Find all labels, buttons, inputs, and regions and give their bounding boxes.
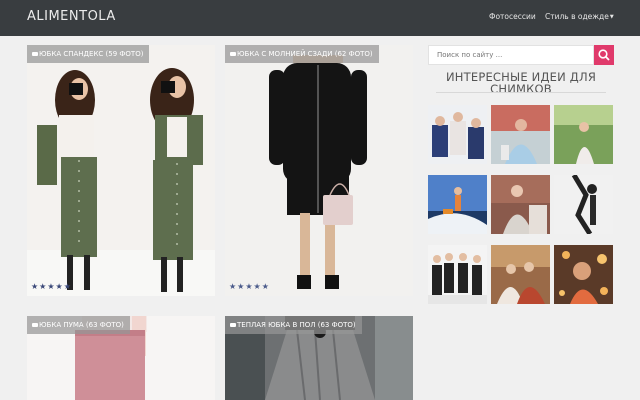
top-navbar: ALIMENTOLA Фотосессии Стиль в одежде▼ — [0, 0, 640, 36]
post-title-tag[interactable]: ЮБКА С МОЛНИЕЙ СЗАДИ (62 ФОТО) — [225, 45, 379, 63]
post-card[interactable]: ЮБКА С МОЛНИЕЙ СЗАДИ (62 ФОТО) ★★★★★ — [225, 45, 413, 296]
camera-icon — [230, 323, 236, 327]
search-input[interactable] — [428, 45, 594, 65]
camera-icon — [32, 323, 38, 327]
idea-thumbnail[interactable] — [428, 105, 487, 164]
post-title-tag[interactable]: ЮБКА ПУМА (63 ФОТО) — [27, 316, 130, 334]
idea-thumbnail[interactable] — [491, 245, 550, 304]
idea-thumbnail[interactable] — [428, 175, 487, 234]
idea-thumbnail[interactable] — [554, 245, 613, 304]
camera-icon — [230, 52, 236, 56]
nav-photosessions[interactable]: Фотосессии — [489, 12, 536, 21]
idea-thumbnail[interactable] — [491, 175, 550, 234]
post-photo[interactable] — [225, 45, 413, 296]
idea-thumbnail[interactable] — [428, 245, 487, 304]
post-card[interactable]: ТЕПЛАЯ ЮБКА В ПОЛ (63 ФОТО) — [225, 316, 413, 400]
idea-thumbnail[interactable] — [491, 105, 550, 164]
post-card[interactable]: ЮБКА ПУМА (63 ФОТО) — [27, 316, 215, 400]
post-title: ЮБКА С МОЛНИЕЙ СЗАДИ (62 ФОТО) — [237, 50, 373, 58]
post-title: ТЕПЛАЯ ЮБКА В ПОЛ (63 ФОТО) — [237, 321, 356, 329]
site-logo[interactable]: ALIMENTOLA — [27, 9, 116, 24]
post-photo[interactable] — [27, 45, 215, 296]
star-rating[interactable]: ★★★★★ — [31, 282, 72, 291]
heading-divider — [436, 92, 606, 93]
search-icon — [598, 49, 610, 61]
post-title: ЮБКА СПАНДЕКС (59 ФОТО) — [39, 50, 144, 58]
post-title: ЮБКА ПУМА (63 ФОТО) — [39, 321, 124, 329]
nav-style-dropdown[interactable]: Стиль в одежде▼ — [545, 12, 614, 21]
idea-thumbnail[interactable] — [554, 105, 613, 164]
post-title-tag[interactable]: ТЕПЛАЯ ЮБКА В ПОЛ (63 ФОТО) — [225, 316, 362, 334]
caret-down-icon: ▼ — [609, 14, 614, 20]
post-card[interactable]: ЮБКА СПАНДЕКС (59 ФОТО) ★★★★★ — [27, 45, 215, 296]
nav-style-label: Стиль в одежде — [545, 12, 609, 21]
search-button[interactable] — [594, 45, 614, 65]
star-rating[interactable]: ★★★★★ — [229, 282, 270, 291]
idea-thumbnail[interactable] — [554, 175, 613, 234]
post-title-tag[interactable]: ЮБКА СПАНДЕКС (59 ФОТО) — [27, 45, 150, 63]
camera-icon — [32, 52, 38, 56]
